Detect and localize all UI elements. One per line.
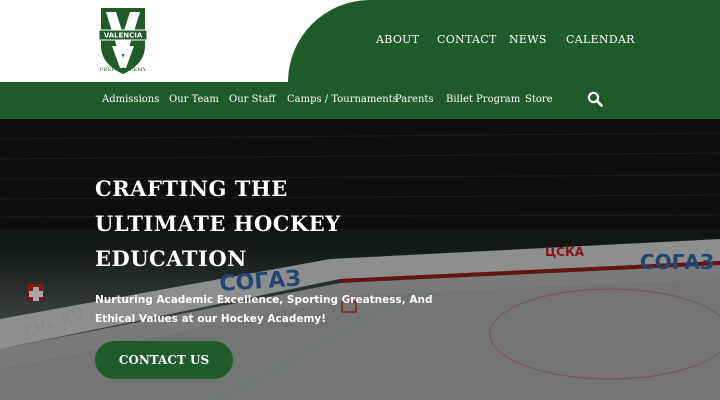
hero-title-line-3: EDUCATION <box>95 246 247 271</box>
nav-store[interactable]: Store <box>525 94 553 105</box>
top-nav-calendar[interactable]: CALENDAR <box>566 33 635 46</box>
nav-camps-tournaments[interactable]: Camps / Tournaments <box>287 94 398 105</box>
svg-text:VALENCIA: VALENCIA <box>104 32 143 40</box>
hero-title-line-2: ULTIMATE HOCKEY <box>95 211 341 236</box>
top-nav-news[interactable]: NEWS <box>509 33 547 46</box>
nav-our-team[interactable]: Our Team <box>169 94 219 105</box>
top-nav-about[interactable]: ABOUT <box>376 33 419 46</box>
nav-admissions[interactable]: Admissions <box>102 94 159 105</box>
search-icon[interactable] <box>587 91 603 107</box>
top-nav-contact[interactable]: CONTACT <box>437 33 497 46</box>
hero-title-line-1: CRAFTING THE <box>95 176 288 201</box>
nav-our-staff[interactable]: Our Staff <box>229 94 276 105</box>
nav-billet-program[interactable]: Billet Program <box>446 94 520 105</box>
top-header-green-panel <box>288 0 720 82</box>
hero-subtitle-line-2: Ethical Values at our Hockey Academy! <box>95 313 327 325</box>
logo-subtitle: PREP ACADEMY <box>99 67 147 73</box>
contact-us-button[interactable]: CONTACT US <box>95 341 233 379</box>
nav-parents[interactable]: Parents <box>395 94 434 105</box>
hero-subtitle-line-1: Nurturing Academic Excellence, Sporting … <box>95 294 433 306</box>
